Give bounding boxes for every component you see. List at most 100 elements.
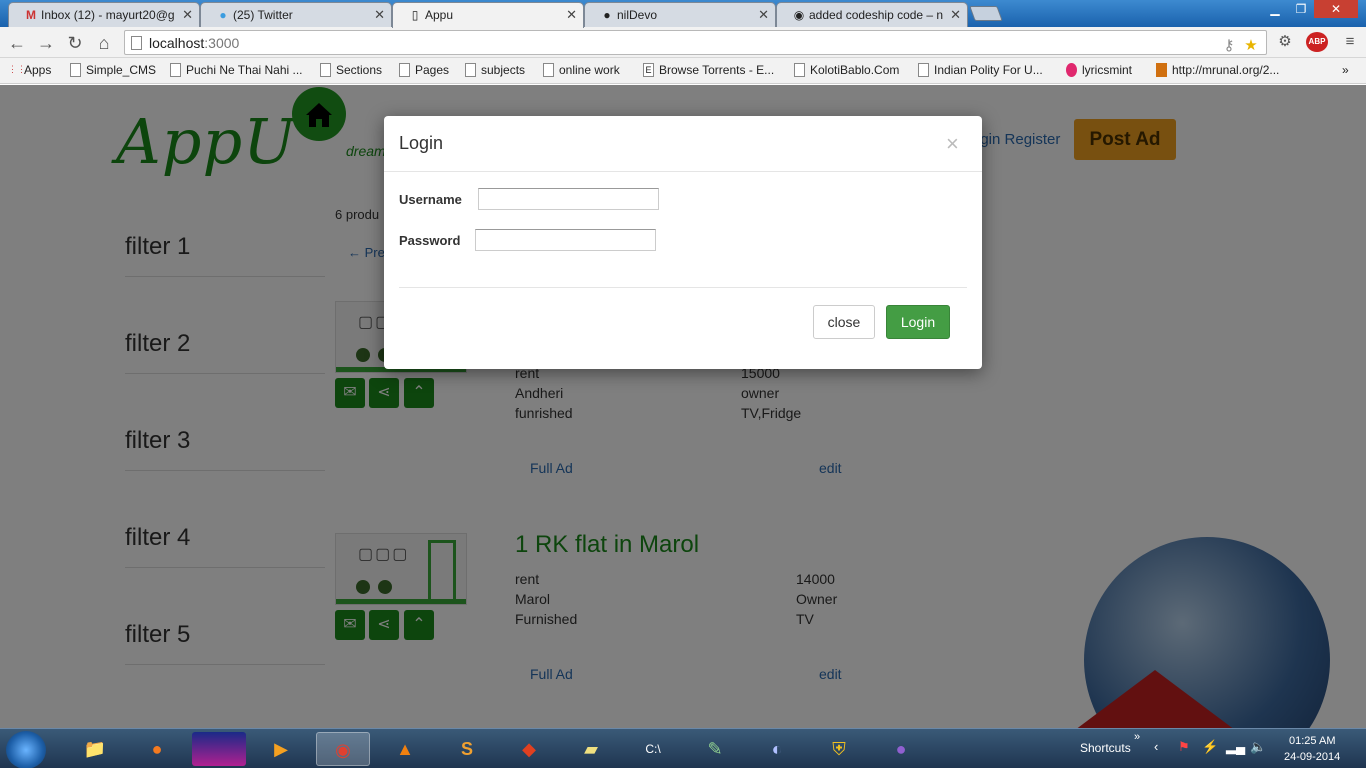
back-icon[interactable]: ← — [6, 32, 28, 54]
bookmark-label: online work — [559, 63, 620, 77]
url-port: :3000 — [204, 35, 240, 51]
chrome-icon[interactable]: ◉ — [316, 732, 370, 766]
bookmark-item[interactable]: Indian Polity For U... — [916, 63, 1043, 77]
home-icon[interactable]: ⌂ — [93, 32, 115, 54]
tab-appu[interactable]: ▯ Appu ✕ — [392, 2, 584, 28]
page-icon: ▯ — [411, 8, 419, 22]
start-button[interactable] — [6, 731, 46, 768]
page-icon — [465, 63, 476, 77]
torrent-icon[interactable]: ◐ — [750, 732, 804, 766]
password-input[interactable] — [475, 229, 656, 251]
notes-icon[interactable]: ▰ — [564, 732, 618, 766]
bookmark-label: Sections — [336, 63, 383, 77]
window-close-button[interactable]: ✕ — [1314, 0, 1358, 18]
security-icon[interactable]: ⛨ — [812, 732, 866, 766]
adblock-icon[interactable]: ABP — [1306, 32, 1328, 52]
login-button[interactable]: Login — [886, 305, 950, 339]
page-icon — [918, 63, 929, 77]
tab-twitter[interactable]: ● (25) Twitter ✕ — [200, 2, 392, 27]
url-text[interactable]: localhost:3000 — [149, 35, 239, 51]
close-icon[interactable]: × — [946, 131, 959, 157]
star-icon[interactable]: ★ — [1241, 36, 1261, 56]
bookmark-label: Indian Polity For U... — [934, 63, 1043, 77]
bookmark-apps[interactable]: ⋮⋮ Apps — [6, 63, 51, 77]
github-icon: ● — [603, 8, 611, 22]
url-host: localhost — [149, 35, 205, 51]
bookmark-item[interactable]: Puchi Ne Thai Nahi ... — [168, 63, 303, 77]
bookmark-label: Simple_CMS — [86, 63, 157, 77]
bookmark-label: KolotiBablo.Com — [810, 63, 900, 77]
close-button[interactable]: close — [813, 305, 875, 339]
bookmark-item[interactable]: Sections — [318, 63, 382, 77]
clock-time[interactable]: 01:25 AM — [1289, 735, 1335, 747]
tab-title: Appu — [425, 8, 454, 22]
bookmarks-bar: ⋮⋮ Apps Simple_CMS Puchi Ne Thai Nahi ...… — [0, 58, 1366, 84]
bookmark-label: lyricsmint — [1082, 63, 1132, 77]
close-icon[interactable]: ✕ — [182, 7, 193, 23]
close-icon[interactable]: ✕ — [950, 7, 961, 23]
bookmarks-overflow-icon[interactable]: » — [1342, 63, 1349, 77]
password-label: Password — [399, 233, 461, 248]
forward-icon[interactable]: → — [35, 32, 57, 54]
bookmark-label: Apps — [24, 63, 52, 77]
page-icon — [399, 63, 410, 77]
chevron-left-icon[interactable]: ‹ — [1154, 739, 1158, 754]
bookmark-label: Pages — [415, 63, 450, 77]
bookmark-item[interactable]: KolotiBablo.Com — [792, 63, 899, 77]
tab-title: nilDevo — [617, 8, 658, 22]
bookmark-item[interactable]: lyricsmint — [1064, 63, 1132, 77]
firefox-icon[interactable]: ● — [130, 732, 184, 766]
close-icon[interactable]: ✕ — [374, 7, 385, 23]
close-icon[interactable]: ✕ — [566, 7, 577, 23]
bookmark-item[interactable]: subjects — [463, 63, 525, 77]
chevron-right-icon[interactable]: » — [1134, 731, 1140, 743]
lyricsmint-icon — [1066, 63, 1077, 77]
mrunal-icon — [1156, 63, 1167, 77]
new-tab-button[interactable] — [969, 6, 1003, 21]
tab-title: added codeship code – n — [809, 8, 943, 22]
key-icon[interactable]: ⚷ — [1219, 36, 1239, 56]
gmail-icon: M — [26, 8, 36, 22]
minimize-button[interactable]: ▁ — [1262, 0, 1288, 18]
tab-gmail[interactable]: M Inbox (12) - mayurt20@g ✕ — [8, 2, 200, 27]
reload-icon[interactable]: ↻ — [64, 32, 86, 54]
media-icon[interactable] — [192, 732, 246, 766]
clock-date[interactable]: 24-09-2014 — [1284, 751, 1340, 763]
tab-title: Inbox (12) - mayurt20@g — [41, 8, 175, 22]
generic-site-icon: ◉ — [793, 8, 805, 22]
bookmark-item[interactable]: http://mrunal.org/2... — [1154, 63, 1279, 77]
network-error-icon[interactable]: ⚑ — [1178, 739, 1190, 755]
close-icon[interactable]: ✕ — [758, 7, 769, 23]
bookmark-item[interactable]: online work — [541, 63, 620, 77]
power-icon[interactable]: ⚡ — [1202, 739, 1218, 755]
github-desktop-icon[interactable]: ● — [874, 732, 928, 766]
page-icon — [320, 63, 331, 77]
notepadpp-icon[interactable]: ✎ — [688, 732, 742, 766]
git-icon[interactable]: ◆ — [502, 732, 556, 766]
vlc-icon[interactable]: ▲ — [378, 732, 432, 766]
volume-icon[interactable]: 🔈 — [1250, 739, 1266, 755]
restore-button[interactable]: ❐ — [1288, 0, 1314, 18]
modal-header: Login × — [384, 116, 982, 172]
username-label: Username — [399, 192, 462, 207]
tab-nildevo[interactable]: ● nilDevo ✕ — [584, 2, 776, 27]
film-extension-icon[interactable]: ⚙ — [1275, 32, 1295, 52]
bookmark-item[interactable]: Pages — [397, 63, 449, 77]
sublime-icon[interactable]: S — [440, 732, 494, 766]
player-icon[interactable]: ▶ — [254, 732, 308, 766]
bookmark-item[interactable]: E Browse Torrents - E... — [641, 63, 774, 77]
modal-divider — [399, 287, 967, 288]
shortcuts-toolbar[interactable]: Shortcuts — [1080, 741, 1131, 755]
tab-codeship[interactable]: ◉ added codeship code – n ✕ — [776, 2, 968, 27]
browser-tab-strip: M Inbox (12) - mayurt20@g ✕ ● (25) Twitt… — [0, 0, 1366, 28]
tab-title: (25) Twitter — [233, 8, 293, 22]
menu-icon[interactable]: ≡ — [1340, 32, 1360, 52]
signal-icon[interactable]: ▂▄ — [1226, 739, 1245, 755]
explorer-icon[interactable]: 📁 — [68, 732, 122, 766]
address-bar[interactable]: localhost:3000 ⚷ ★ — [124, 30, 1267, 55]
bookmark-item[interactable]: Simple_CMS — [68, 63, 156, 77]
cmd-icon[interactable]: C:\ — [626, 732, 680, 766]
bookmark-label: Browse Torrents - E... — [659, 63, 775, 77]
bookmark-label: Puchi Ne Thai Nahi ... — [186, 63, 303, 77]
username-input[interactable] — [478, 188, 659, 210]
